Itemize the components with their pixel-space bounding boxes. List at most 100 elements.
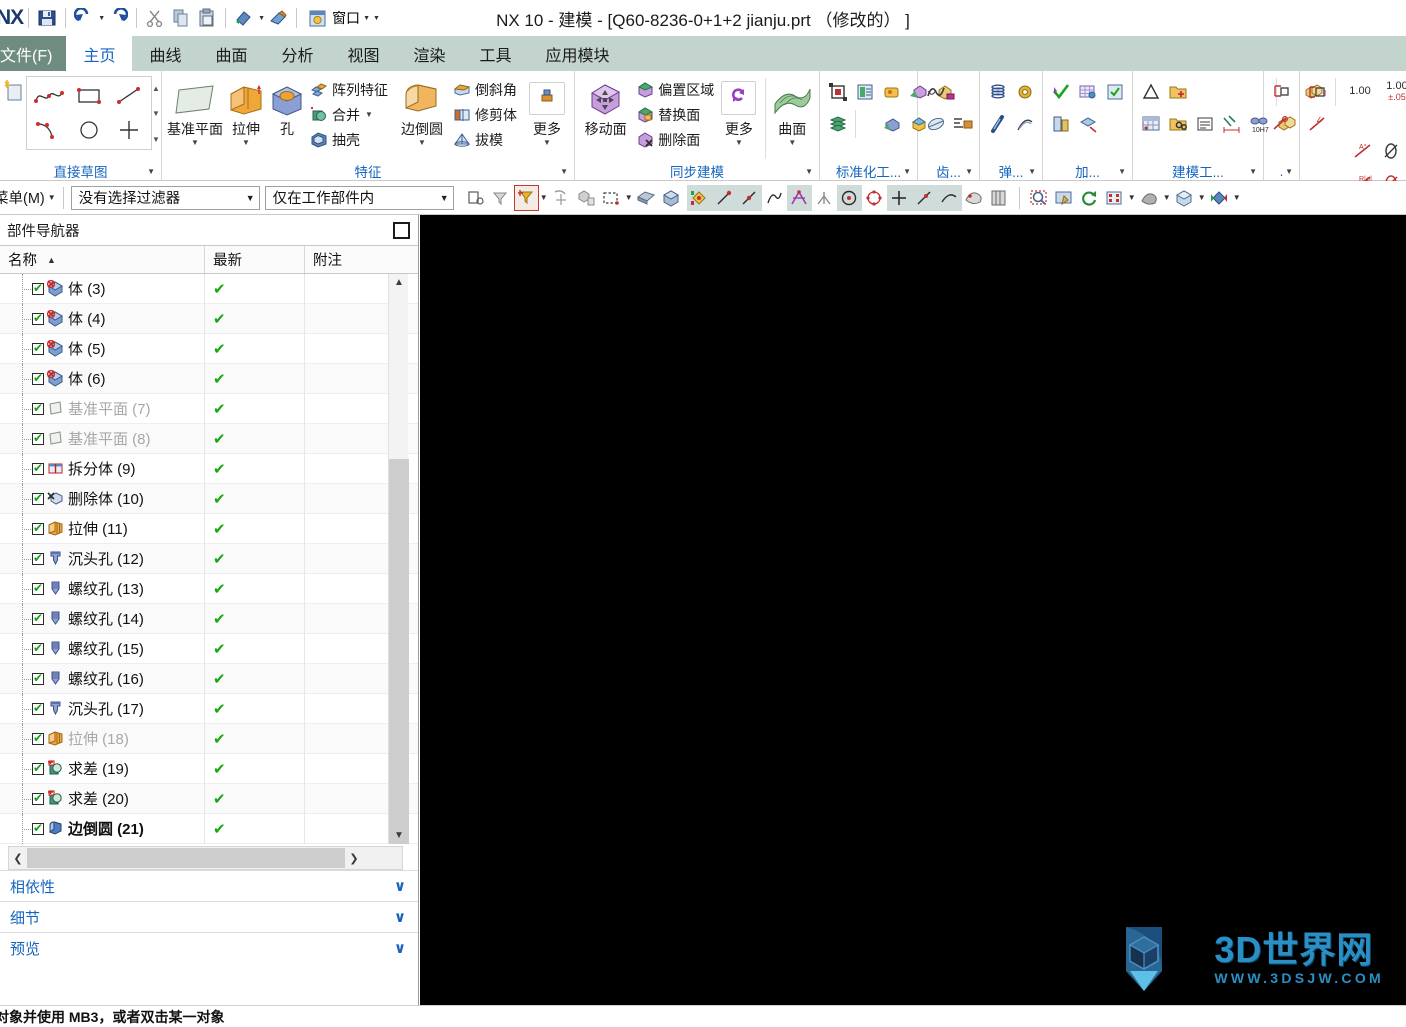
standard-part-place-icon[interactable] (878, 110, 905, 138)
snap-intersection-icon[interactable] (786, 184, 812, 211)
line-icon[interactable] (109, 79, 149, 113)
feature-name-cell[interactable]: ✔ 螺纹孔 (13) (0, 573, 205, 604)
search-folder-icon[interactable] (1164, 110, 1191, 138)
table-row[interactable]: ✔ 拉伸 (18) ✔ (0, 723, 418, 754)
table-row[interactable]: ✔ 拆分体 (9) ✔ (0, 453, 418, 484)
undo-dropdown-caret[interactable]: ▼ (98, 15, 105, 22)
arc-icon[interactable] (29, 113, 69, 147)
table-row[interactable]: ✔ 沉头孔 (17) ✔ (0, 693, 418, 724)
gallery-down-arrow[interactable]: ▼ (152, 109, 160, 118)
tree-vertical-scrollbar[interactable]: ▲ ▼ (388, 274, 409, 844)
addins-dialog-launcher[interactable]: ▼ (1118, 167, 1126, 176)
table-row[interactable]: ✔ 体 (3) ✔ (0, 274, 418, 304)
column-header-up-to-date[interactable]: 最新 (205, 246, 305, 273)
gallery-more-arrow[interactable]: ▼ (152, 135, 160, 144)
gear-calc-icon[interactable] (949, 110, 976, 138)
dim-tol-1-icon[interactable]: 1.00 ±.05 (1378, 76, 1406, 102)
more-sync-button[interactable]: 更多 ▼ (717, 76, 760, 147)
snap-control-point-icon[interactable] (762, 185, 787, 211)
snap-quadrant-icon[interactable] (836, 184, 862, 211)
tab-curve[interactable]: 曲线 (132, 36, 198, 71)
table-row[interactable]: ✔ 体 (5) ✔ (0, 333, 418, 364)
standard-part-edit-icon[interactable] (878, 78, 905, 106)
paste-icon[interactable] (194, 5, 220, 31)
standard-part-reuse-icon[interactable] (824, 110, 851, 138)
tab-analysis[interactable]: 分析 (264, 36, 330, 71)
edge-blend-dropdown[interactable]: ▼ (418, 139, 426, 147)
feature-name-cell[interactable]: ✔ 删除体 (10) (0, 483, 205, 514)
feature-name-cell[interactable]: ✔ 基准平面 (7) (0, 393, 205, 424)
feature-checkbox[interactable]: ✔ (32, 342, 44, 355)
unite-button[interactable]: 合并 ▼ (306, 102, 391, 127)
feature-checkbox[interactable]: ✔ (32, 372, 44, 385)
rectangle-select-icon[interactable] (599, 185, 624, 211)
paint-format-dropdown-caret[interactable]: ▼ (258, 15, 265, 22)
layer-visible-icon[interactable] (987, 185, 1012, 211)
point-icon[interactable] (109, 113, 149, 147)
snap-point-icon[interactable] (549, 185, 574, 211)
chevron-down-icon[interactable]: ∨ (394, 908, 406, 926)
feature-checkbox[interactable]: ✔ (32, 492, 44, 505)
feature-name-cell[interactable]: ✔ 拆分体 (9) (0, 453, 205, 484)
section-preview[interactable]: 预览 ∨ (0, 932, 418, 963)
sketch-start-icon[interactable] (4, 76, 26, 104)
feature-name-cell[interactable]: ✔ 体 (4) (0, 303, 205, 334)
eraser-icon[interactable] (265, 5, 291, 31)
tab-home[interactable]: 主页 (66, 36, 133, 71)
feature-checkbox[interactable]: ✔ (32, 642, 44, 655)
menu-dropdown-caret[interactable]: ▼ (48, 193, 56, 202)
trim-body-button[interactable]: 修剪体 (449, 102, 520, 127)
undo-icon[interactable] (71, 5, 97, 31)
feature-checkbox[interactable]: ✔ (32, 672, 44, 685)
feature-name-cell[interactable]: ✔ 体 (3) (0, 274, 205, 304)
offset-region-button[interactable]: 偏置区域 (632, 77, 717, 102)
circle-icon[interactable] (69, 113, 109, 147)
compression-spring-icon[interactable] (984, 78, 1011, 106)
feature-name-cell[interactable]: ✔ 求差 (20) (0, 783, 205, 814)
render-style-icon[interactable] (962, 185, 987, 211)
spur-gear-icon[interactable] (922, 78, 949, 106)
dim-set-icon[interactable] (1268, 78, 1295, 106)
table-row[interactable]: ✔ 基准平面 (8) ✔ (0, 423, 418, 454)
snap-face-icon[interactable] (936, 184, 962, 211)
table-row[interactable]: ✔ 螺纹孔 (14) ✔ (0, 603, 418, 634)
save-icon[interactable] (34, 5, 60, 31)
addin-misc-icon[interactable] (1101, 78, 1128, 106)
snap-midpoint-icon[interactable] (736, 184, 762, 211)
grid-tool-icon[interactable] (1074, 78, 1101, 106)
bevel-gear-icon[interactable] (922, 110, 949, 138)
feature-name-cell[interactable]: ✔ 拉伸 (11) (0, 513, 205, 544)
paint-format-icon[interactable] (231, 5, 257, 31)
rotate-icon[interactable] (1077, 185, 1102, 211)
feature-checkbox[interactable]: ✔ (32, 312, 44, 325)
snap-existing-point-icon[interactable] (886, 184, 912, 211)
feature-name-cell[interactable]: ✔ 沉头孔 (12) (0, 543, 205, 574)
feature-name-cell[interactable]: ✔ 螺纹孔 (14) (0, 603, 205, 634)
tab-file[interactable]: 文件(F) (0, 36, 67, 71)
feature-checkbox[interactable]: ✔ (32, 282, 44, 295)
sketch-gallery-scroll[interactable]: ▲ ▼ ▼ (152, 76, 160, 152)
column-header-name[interactable]: 名称 ▲ (0, 246, 205, 273)
feature-checkbox[interactable]: ✔ (32, 732, 44, 745)
springs-dialog-launcher[interactable]: ▼ (1028, 167, 1036, 176)
scroll-down-button[interactable]: ▼ (389, 827, 409, 844)
surface-dropdown[interactable]: ▼ (788, 139, 796, 147)
surface-button[interactable]: 曲面 ▼ (770, 76, 815, 147)
snap-endpoint-icon[interactable] (711, 184, 737, 211)
delete-face-button[interactable]: 删除面 (632, 127, 717, 152)
section-dependencies[interactable]: 相依性 ∨ (0, 870, 418, 901)
fit-view-icon[interactable] (1102, 185, 1127, 211)
table-row[interactable]: ✔ 边倒圆 (21) ✔ (0, 813, 418, 844)
pin-panel-icon[interactable] (393, 221, 410, 239)
filter-clear-icon[interactable] (489, 185, 514, 211)
add-folder-icon[interactable] (1164, 78, 1191, 106)
scroll-up-button[interactable]: ▲ (389, 274, 409, 291)
tab-tools[interactable]: 工具 (463, 36, 529, 71)
standard-parts-dialog-launcher[interactable]: ▼ (903, 167, 911, 176)
feature-checkbox[interactable]: ✔ (32, 612, 44, 625)
chevron-down-icon[interactable]: ∨ (394, 939, 406, 957)
spiral-spring-icon[interactable] (1011, 110, 1038, 138)
dim-edit-icon[interactable] (1268, 110, 1295, 138)
snap-on-curve-icon[interactable] (911, 184, 937, 211)
render-mode-icon[interactable] (1207, 185, 1232, 211)
